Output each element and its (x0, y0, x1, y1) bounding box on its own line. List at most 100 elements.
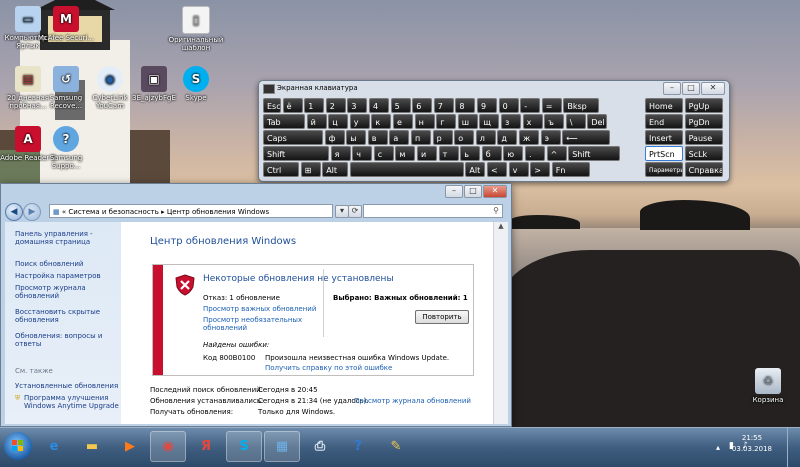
show-desktop-button[interactable] (787, 428, 800, 467)
refresh-button[interactable]: ⟳ (348, 205, 362, 218)
key-5[interactable]: 5 (390, 98, 411, 113)
key-^[interactable]: ^ (546, 146, 567, 161)
key-pause[interactable]: Pause (684, 130, 723, 145)
key-к[interactable]: к (371, 114, 392, 129)
key-и[interactable]: и (417, 146, 437, 161)
key-ч[interactable]: ч (352, 146, 373, 161)
key-б[interactable]: б (481, 146, 502, 161)
key-\[interactable]: \ (565, 114, 586, 129)
dropdown-button[interactable]: ▾ (335, 205, 349, 218)
key-<[interactable]: < (487, 162, 507, 177)
key-esc[interactable]: Esc (263, 98, 281, 113)
key-1[interactable]: 1 (304, 98, 325, 113)
forward-button[interactable]: ▶ (23, 203, 41, 221)
yandex-icon[interactable]: Я (188, 431, 224, 462)
see-also-anytime-upgrade[interactable]: ⛨ Программа улучшения Windows Anytime Up… (15, 394, 119, 410)
desktop-icon-mcafee[interactable]: M McAfee Securi... (36, 6, 96, 42)
key-справка[interactable]: Справка (684, 162, 723, 177)
folder-icon[interactable]: ▬ (74, 431, 110, 462)
key-ъ[interactable]: ъ (544, 114, 565, 129)
key-=[interactable]: = (541, 98, 562, 113)
help-icon[interactable]: ? (340, 431, 376, 462)
chrome-icon[interactable]: ◉ (150, 431, 186, 462)
key-prtscn[interactable]: PrtScn (645, 146, 683, 161)
key-параметры[interactable]: Параметры (645, 162, 683, 177)
key-7[interactable]: 7 (433, 98, 454, 113)
desktop-icon-document[interactable]: ▯ Оригинальный шаблон (166, 6, 226, 52)
key-с[interactable]: с (373, 146, 394, 161)
osk-titlebar[interactable]: Экранная клавиатура – □ ✕ (259, 81, 729, 95)
key-а[interactable]: а (389, 130, 410, 145)
key-ь[interactable]: ь (460, 146, 481, 161)
key-м[interactable]: м (395, 146, 416, 161)
breadcrumb-item[interactable]: Центр обновления Windows (167, 208, 269, 216)
key-9[interactable]: 9 (477, 98, 497, 113)
ie-icon[interactable]: e (36, 431, 72, 462)
key-ы[interactable]: ы (346, 130, 367, 145)
start-button[interactable] (4, 432, 32, 460)
key-ш[interactable]: ш (457, 114, 478, 129)
key-insert[interactable]: Insert (645, 130, 683, 145)
key-й[interactable]: й (306, 114, 327, 129)
desktop-icon-samsung-support[interactable]: ? Samsung Suppo... (36, 126, 96, 170)
key-shift[interactable]: Shift (263, 146, 329, 161)
key-ё[interactable]: ё (282, 98, 303, 113)
breadcrumb-item[interactable]: Система и безопасность (68, 208, 159, 216)
key-э[interactable]: э (540, 130, 561, 145)
key-.[interactable]: . (525, 146, 545, 161)
minimize-button[interactable]: – (445, 185, 463, 198)
key-alt[interactable]: Alt (465, 162, 486, 177)
key-6[interactable]: 6 (412, 98, 433, 113)
key-р[interactable]: р (432, 130, 453, 145)
close-button[interactable]: ✕ (701, 82, 725, 95)
control-panel-icon[interactable]: ▦ (264, 431, 300, 462)
media-player-icon[interactable]: ▶ (112, 431, 148, 462)
address-bar[interactable]: ▦ « Система и безопасность ▸ Центр обнов… (49, 204, 333, 218)
key-п[interactable]: п (411, 130, 431, 145)
key-sclk[interactable]: ScLk (684, 146, 723, 161)
tray-expand-icon[interactable]: ▴ (716, 443, 720, 452)
key-л[interactable]: л (475, 130, 496, 145)
skype-icon[interactable]: S (226, 431, 262, 462)
sidebar-item-settings[interactable]: Настройка параметров (15, 272, 119, 280)
key-е[interactable]: е (393, 114, 413, 129)
sidebar-home-link[interactable]: Панель управления - домашняя страница (15, 230, 119, 246)
key-3[interactable]: 3 (347, 98, 368, 113)
key-home[interactable]: Home (645, 98, 683, 113)
view-optional-link[interactable]: Просмотр необязательных обновлений (203, 316, 323, 332)
printer-icon[interactable]: ⎙ (302, 431, 338, 462)
key-8[interactable]: 8 (455, 98, 476, 113)
desktop-icon-skype[interactable]: S Skype (166, 66, 226, 102)
view-history-link[interactable]: Просмотр журнала обновлений (354, 396, 471, 407)
key-в[interactable]: в (367, 130, 388, 145)
maximize-button[interactable]: □ (682, 82, 700, 95)
sidebar-item-check-updates[interactable]: Поиск обновлений (15, 260, 119, 268)
key-4[interactable]: 4 (369, 98, 389, 113)
key->[interactable]: > (530, 162, 551, 177)
key-shift[interactable]: Shift (568, 146, 621, 161)
key-ж[interactable]: ж (519, 130, 539, 145)
key-end[interactable]: End (645, 114, 683, 129)
key-д[interactable]: д (497, 130, 518, 145)
key-⊞[interactable]: ⊞ (300, 162, 321, 177)
key-ф[interactable]: ф (324, 130, 345, 145)
key-2[interactable]: 2 (325, 98, 346, 113)
key-bksp[interactable]: Bksp (563, 98, 600, 113)
close-button[interactable]: ✕ (483, 185, 507, 198)
key-alt[interactable]: Alt (322, 162, 349, 177)
key--[interactable]: - (520, 98, 541, 113)
key-caps[interactable]: Caps (263, 130, 323, 145)
key-у[interactable]: у (349, 114, 370, 129)
sidebar-item-history[interactable]: Просмотр журнала обновлений (15, 284, 119, 300)
maximize-button[interactable]: □ (464, 185, 482, 198)
breadcrumb-root[interactable]: « (62, 208, 66, 216)
key-щ[interactable]: щ (479, 114, 500, 129)
vertical-scrollbar[interactable]: ▲ (493, 222, 508, 424)
key-⟵[interactable]: ⟵ (562, 130, 611, 145)
key-tab[interactable]: Tab (263, 114, 305, 129)
key-pgup[interactable]: PgUp (684, 98, 723, 113)
error-help-link[interactable]: Получить справку по этой ошибке (265, 364, 392, 372)
desktop-icon-recycle-bin[interactable]: ♲ Корзина (738, 368, 798, 404)
key-space[interactable] (349, 162, 464, 177)
key-pgdn[interactable]: PgDn (684, 114, 723, 129)
